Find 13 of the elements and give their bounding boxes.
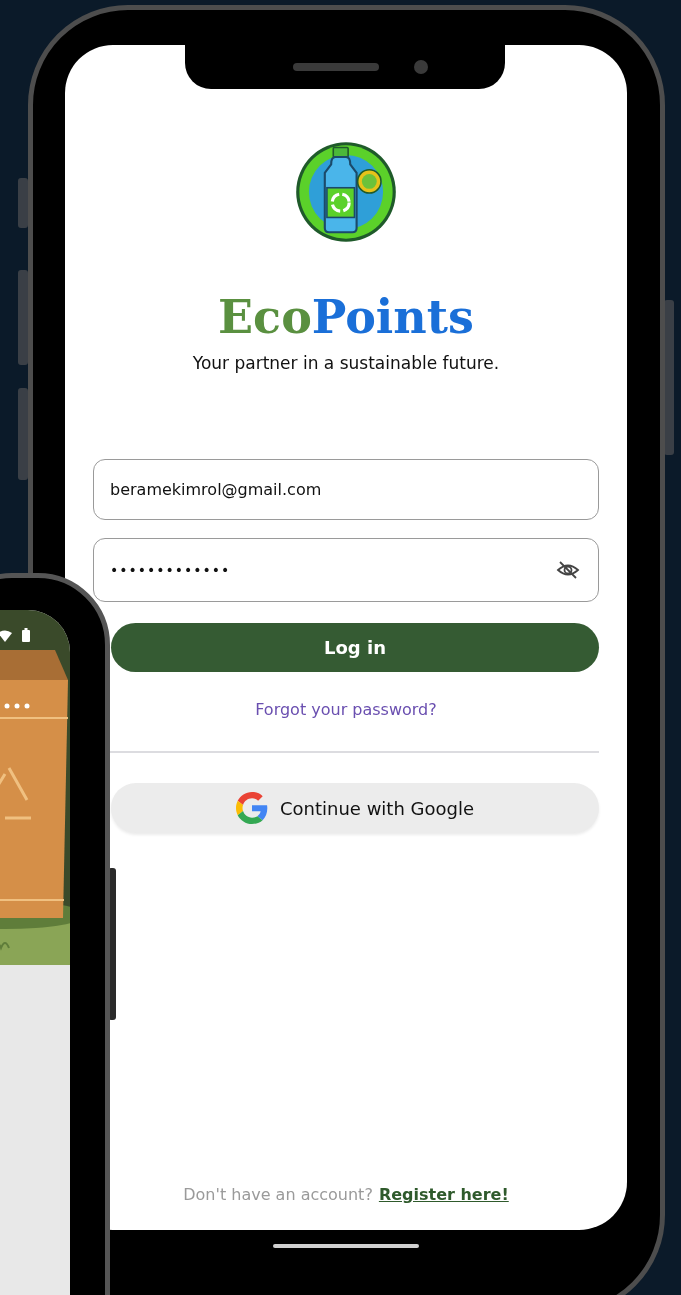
footer-text: Don't have an account? [183,1185,373,1204]
login-button[interactable]: Log in [111,623,599,672]
register-link[interactable]: Register here! [378,1185,509,1204]
camera-dot [413,60,428,74]
tagline: Your partner in a sustainable future. [192,353,500,373]
wifi-icon [0,630,12,642]
app-name: EcoPoints [218,289,474,345]
google-icon [235,792,268,824]
email-field[interactable]: beramekimrol@gmail.com [93,459,599,520]
google-signin-button[interactable]: Continue with Google [111,783,599,833]
password-field[interactable]: ••••••••••••• [93,538,599,602]
battery-icon [22,628,30,642]
forgot-password-link[interactable]: Forgot your password? [255,700,437,719]
